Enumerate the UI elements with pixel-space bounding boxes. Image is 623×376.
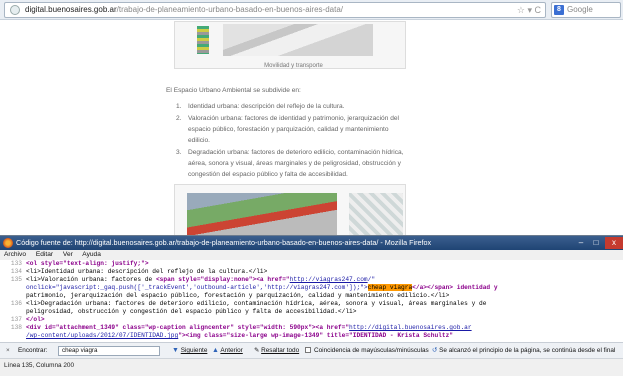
search-input[interactable]: 8 Google — [551, 2, 621, 18]
highlight-all-button[interactable]: ✎ Resaltar todo — [254, 343, 299, 358]
list-item: 3. Degradación urbana: factores de deteri… — [176, 147, 408, 180]
code-line: 136 <li>Degradación urbana: factores de d… — [0, 300, 487, 308]
code-text: patrimonio, jerarquización del espacio p… — [26, 292, 450, 299]
code-link[interactable]: http://viagras247.com — [290, 276, 368, 283]
code-text: <ol style="text-align: justify;"> — [26, 260, 149, 267]
code-text: <div id="attachment_1349" class="wp-capt… — [26, 324, 350, 331]
code-text: </ol> — [26, 316, 45, 323]
figure-caption: Movilidad y transporte — [264, 63, 323, 69]
close-button[interactable]: x — [605, 237, 623, 249]
list-item-text: Identidad urbana: descripción del reflej… — [188, 103, 345, 110]
page-content: Movilidad y transporte El Espacio Urbano… — [0, 21, 623, 271]
list-item-number: 1. — [176, 103, 182, 110]
firefox-icon — [3, 238, 13, 248]
screen: digital.buenosaires.gob.ar/trabajo-de-pl… — [0, 0, 623, 376]
code-link[interactable]: /wp-content/uploads/2012/07/IDENTIDAD.jp… — [26, 332, 178, 339]
list-item: 1. Identidad urbana: descripción del refl… — [176, 101, 408, 112]
code-line: /wp-content/uploads/2012/07/IDENTIDAD.jp… — [0, 332, 453, 340]
line-number: 138 — [10, 324, 22, 331]
search-engine-icon[interactable]: 8 — [554, 5, 564, 15]
find-next-button[interactable]: ▼ Siguiente — [172, 343, 207, 358]
match-case-checkbox[interactable]: Coincidencia de mayúsculas/minúsculas — [305, 343, 429, 358]
menu-ayuda[interactable]: Ayuda — [82, 251, 101, 258]
menu-archivo[interactable]: Archivo — [4, 251, 26, 258]
wrap-info-icon: ↺ — [432, 347, 438, 354]
arrow-up-icon: ▲ — [212, 347, 219, 354]
line-number: 136 — [10, 300, 22, 307]
article: Movilidad y transporte El Espacio Urbano… — [166, 21, 421, 271]
url-domain: digital.buenosaires.gob.ar — [25, 5, 117, 14]
match-case-label: Coincidencia de mayúsculas/minúsculas — [314, 347, 429, 354]
checkbox-icon — [305, 347, 311, 353]
window-title: Código fuente de: http://digital.buenosa… — [16, 238, 432, 247]
code-text: <li>Valoración urbana: factores de — [26, 276, 156, 283]
browser-toolbar: digital.buenosaires.gob.ar/trabajo-de-pl… — [0, 0, 623, 20]
search-placeholder: Google — [567, 5, 593, 14]
code-line: 135 <li>Valoración urbana: factores de <s… — [0, 276, 375, 284]
code-text: "><img class="size-large wp-image-1349" … — [178, 332, 454, 339]
url-bar[interactable]: digital.buenosaires.gob.ar/trabajo-de-pl… — [4, 2, 546, 18]
map-image — [223, 24, 373, 56]
map-legend-image — [197, 26, 209, 54]
line-number: 135 — [10, 276, 22, 283]
find-status-message: Se alcanzó el principio de la página, se… — [439, 347, 616, 354]
line-number: 134 — [10, 268, 22, 275]
line-number: 137 — [10, 316, 22, 323]
code-line: 137 </ol> — [0, 316, 45, 324]
find-input[interactable]: cheap viagra — [58, 346, 160, 356]
url-path: /trabajo-de-planeamiento-urbano-basado-e… — [116, 5, 343, 14]
find-label: Encontrar: — [18, 347, 48, 354]
menu-bar: Archivo Editar Ver Ayuda — [0, 250, 623, 260]
close-find-bar-icon[interactable]: × — [6, 343, 10, 358]
list-item-text: Valoración urbana: factores de identidad… — [188, 115, 400, 144]
code-line: patrimonio, jerarquización del espacio p… — [0, 292, 449, 300]
code-line: 138 <div id="attachment_1349" class="wp-c… — [0, 324, 472, 332]
code-line: 133 <ol style="text-align: justify;"> — [0, 260, 149, 268]
find-bar: × Encontrar: cheap viagra ▼ Siguiente ▲ … — [0, 342, 623, 358]
status-bar: Línea 135, Columna 200 — [0, 358, 623, 376]
code-text: </a></span> identidad y — [412, 284, 498, 291]
list-item-number: 2. — [176, 115, 182, 122]
highlight-all-label: Resaltar todo — [261, 347, 300, 354]
cursor-position: Línea 135, Columna 200 — [4, 362, 74, 369]
code-link[interactable]: http://digital.buenosaires.gob.ar — [349, 324, 472, 331]
code-text: /" — [367, 276, 376, 283]
url-bar-tools[interactable]: ☆ ▾ C — [517, 3, 541, 17]
site-identity-icon[interactable] — [10, 5, 20, 15]
list-item-number: 3. — [176, 149, 182, 156]
code-text: onclick="javascript:_gaq.push(['_trackEv… — [26, 284, 368, 291]
list-item-text: Degradación urbana: factores de deterior… — [188, 149, 404, 178]
menu-ver[interactable]: Ver — [63, 251, 73, 258]
search-match-highlight: cheap viagra — [367, 284, 413, 291]
code-line: peligrosidad, obstrucción y congestión d… — [0, 308, 356, 316]
subdivision-list: 1. Identidad urbana: descripción del refl… — [176, 101, 408, 181]
find-previous-label: Anterior — [220, 347, 243, 354]
code-text: peligrosidad, obstrucción y congestión d… — [26, 308, 357, 315]
code-line: 134 <li>Identidad urbana: descripción del… — [0, 268, 268, 276]
find-status: ↺ Se alcanzó el principio de la página, … — [432, 343, 615, 358]
find-next-label: Siguiente — [180, 347, 208, 354]
arrow-down-icon: ▼ — [172, 347, 179, 354]
list-item: 2. Valoración urbana: factores de identid… — [176, 113, 408, 146]
article-intro: El Espacio Urbano Ambiental se subdivide… — [166, 87, 301, 94]
code-span-tag: <span style="display:none"><a href=" — [155, 276, 290, 283]
highlighter-icon: ✎ — [254, 347, 260, 354]
line-number: 133 — [10, 260, 22, 267]
minimize-button[interactable]: – — [574, 237, 588, 249]
source-code-view[interactable]: 133 <ol style="text-align: justify;"> 134… — [0, 260, 623, 342]
code-line: onclick="javascript:_gaq.push(['_trackEv… — [0, 284, 498, 292]
menu-editar[interactable]: Editar — [36, 251, 53, 258]
view-source-window: Código fuente de: http://digital.buenosa… — [0, 235, 623, 376]
code-text: <li>Identidad urbana: descripción del re… — [26, 268, 268, 275]
window-titlebar[interactable]: Código fuente de: http://digital.buenosa… — [0, 236, 623, 250]
code-text: <li>Degradación urbana: factores de dete… — [26, 300, 487, 307]
find-previous-button[interactable]: ▲ Anterior — [212, 343, 243, 358]
maximize-button[interactable]: □ — [589, 237, 603, 249]
